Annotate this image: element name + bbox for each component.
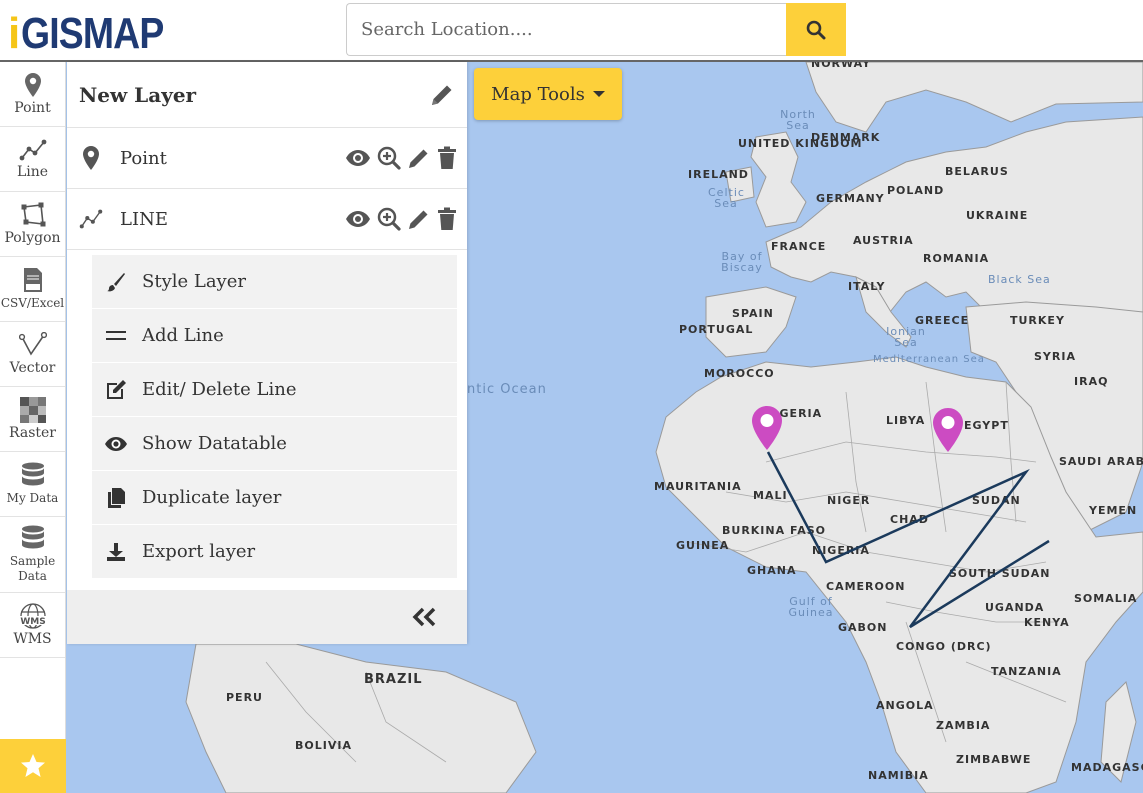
- layer-name: Point: [120, 147, 167, 169]
- pencil-icon[interactable]: [407, 146, 431, 170]
- tool-label: Polygon: [4, 230, 61, 246]
- eye-icon[interactable]: [345, 210, 371, 228]
- equals-icon: [106, 330, 126, 340]
- search-input[interactable]: [346, 3, 786, 56]
- pencil-icon[interactable]: [429, 82, 455, 108]
- database-icon: [21, 462, 44, 486]
- tool-csv[interactable]: CSV/Excel: [0, 257, 65, 322]
- paint-brush-icon: [107, 272, 125, 291]
- collapse-panel-icon[interactable]: [411, 607, 437, 627]
- csv-file-icon: [23, 268, 42, 292]
- layer-options-menu: Style Layer Add Line Edit/ Delete Line S…: [92, 255, 457, 579]
- tool-label: Vector: [9, 360, 56, 376]
- svg-text:WMS: WMS: [20, 617, 45, 627]
- menu-label: Show Datatable: [142, 433, 287, 454]
- tool-vector[interactable]: Vector: [0, 322, 65, 387]
- panel-footer: [67, 590, 467, 644]
- tool-raster[interactable]: Raster: [0, 387, 65, 452]
- search-bar: [346, 3, 846, 56]
- map-marker-icon: [24, 73, 41, 97]
- menu-label: Edit/ Delete Line: [142, 379, 297, 400]
- tool-point[interactable]: Point: [0, 62, 65, 127]
- download-icon: [107, 542, 125, 561]
- menu-duplicate-layer[interactable]: Duplicate layer: [92, 471, 457, 525]
- caret-down-icon: [592, 91, 605, 97]
- search-button[interactable]: [786, 3, 846, 56]
- database-icon: [21, 525, 44, 549]
- menu-export-layer[interactable]: Export layer: [92, 525, 457, 579]
- tool-my-data[interactable]: My Data: [0, 452, 65, 517]
- tool-label: Raster: [9, 425, 56, 441]
- tool-label: Point: [14, 100, 51, 116]
- eye-icon[interactable]: [345, 149, 371, 167]
- menu-add-line[interactable]: Add Line: [92, 309, 457, 363]
- favorite-button[interactable]: [0, 739, 66, 793]
- point-marker[interactable]: [932, 407, 964, 453]
- tool-label: My Data: [6, 491, 59, 505]
- tool-label: WMS: [13, 631, 52, 647]
- pencil-icon[interactable]: [407, 207, 431, 231]
- zoom-in-icon[interactable]: [377, 146, 401, 170]
- globe-wms-icon: WMS: [19, 603, 46, 629]
- polygon-icon: [21, 202, 45, 227]
- menu-label: Duplicate layer: [142, 487, 282, 508]
- tool-line[interactable]: Line: [0, 127, 65, 192]
- menu-style-layer[interactable]: Style Layer: [92, 255, 457, 309]
- layer-row-line[interactable]: LINE: [67, 189, 467, 250]
- point-marker[interactable]: [751, 405, 783, 451]
- map-tools-button[interactable]: Map Tools: [474, 68, 622, 120]
- layer-panel: New Layer Point LINE Style Layer Add Lin…: [67, 62, 467, 644]
- tool-label: CSV/Excel: [0, 296, 65, 310]
- menu-label: Export layer: [142, 541, 256, 562]
- layer-row-point[interactable]: Point: [67, 128, 467, 189]
- panel-title: New Layer: [79, 82, 197, 107]
- panel-header: New Layer: [67, 62, 467, 128]
- map-marker-icon: [83, 146, 99, 170]
- menu-edit-delete[interactable]: Edit/ Delete Line: [92, 363, 457, 417]
- tool-polygon[interactable]: Polygon: [0, 192, 65, 257]
- logo-text: GISMAP: [21, 9, 164, 58]
- zoom-in-icon[interactable]: [377, 207, 401, 231]
- vector-icon: [18, 332, 47, 356]
- header: i GISMAP: [0, 0, 1143, 62]
- search-icon: [806, 20, 826, 39]
- polyline-icon: [79, 209, 103, 229]
- tool-label: Sample Data: [9, 554, 56, 583]
- eye-icon: [105, 436, 127, 451]
- polyline-icon: [19, 139, 46, 161]
- menu-label: Style Layer: [142, 271, 246, 292]
- layer-name: LINE: [120, 208, 168, 230]
- edit-icon: [107, 379, 126, 399]
- trash-icon[interactable]: [437, 207, 457, 231]
- logo[interactable]: i GISMAP: [8, 6, 189, 56]
- trash-icon[interactable]: [437, 146, 457, 170]
- star-icon: [21, 754, 45, 777]
- tool-wms[interactable]: WMS WMS: [0, 593, 65, 658]
- tool-label: Line: [16, 164, 49, 180]
- map-tools-label: Map Tools: [491, 83, 585, 105]
- copy-icon: [108, 487, 125, 508]
- tool-sample-data[interactable]: Sample Data: [0, 517, 65, 593]
- raster-icon: [19, 397, 46, 423]
- menu-show-datatable[interactable]: Show Datatable: [92, 417, 457, 471]
- logo-i: i: [8, 9, 21, 58]
- menu-label: Add Line: [142, 325, 224, 346]
- left-toolbar: Point Line Polygon CSV/Excel Vector Rast…: [0, 62, 66, 793]
